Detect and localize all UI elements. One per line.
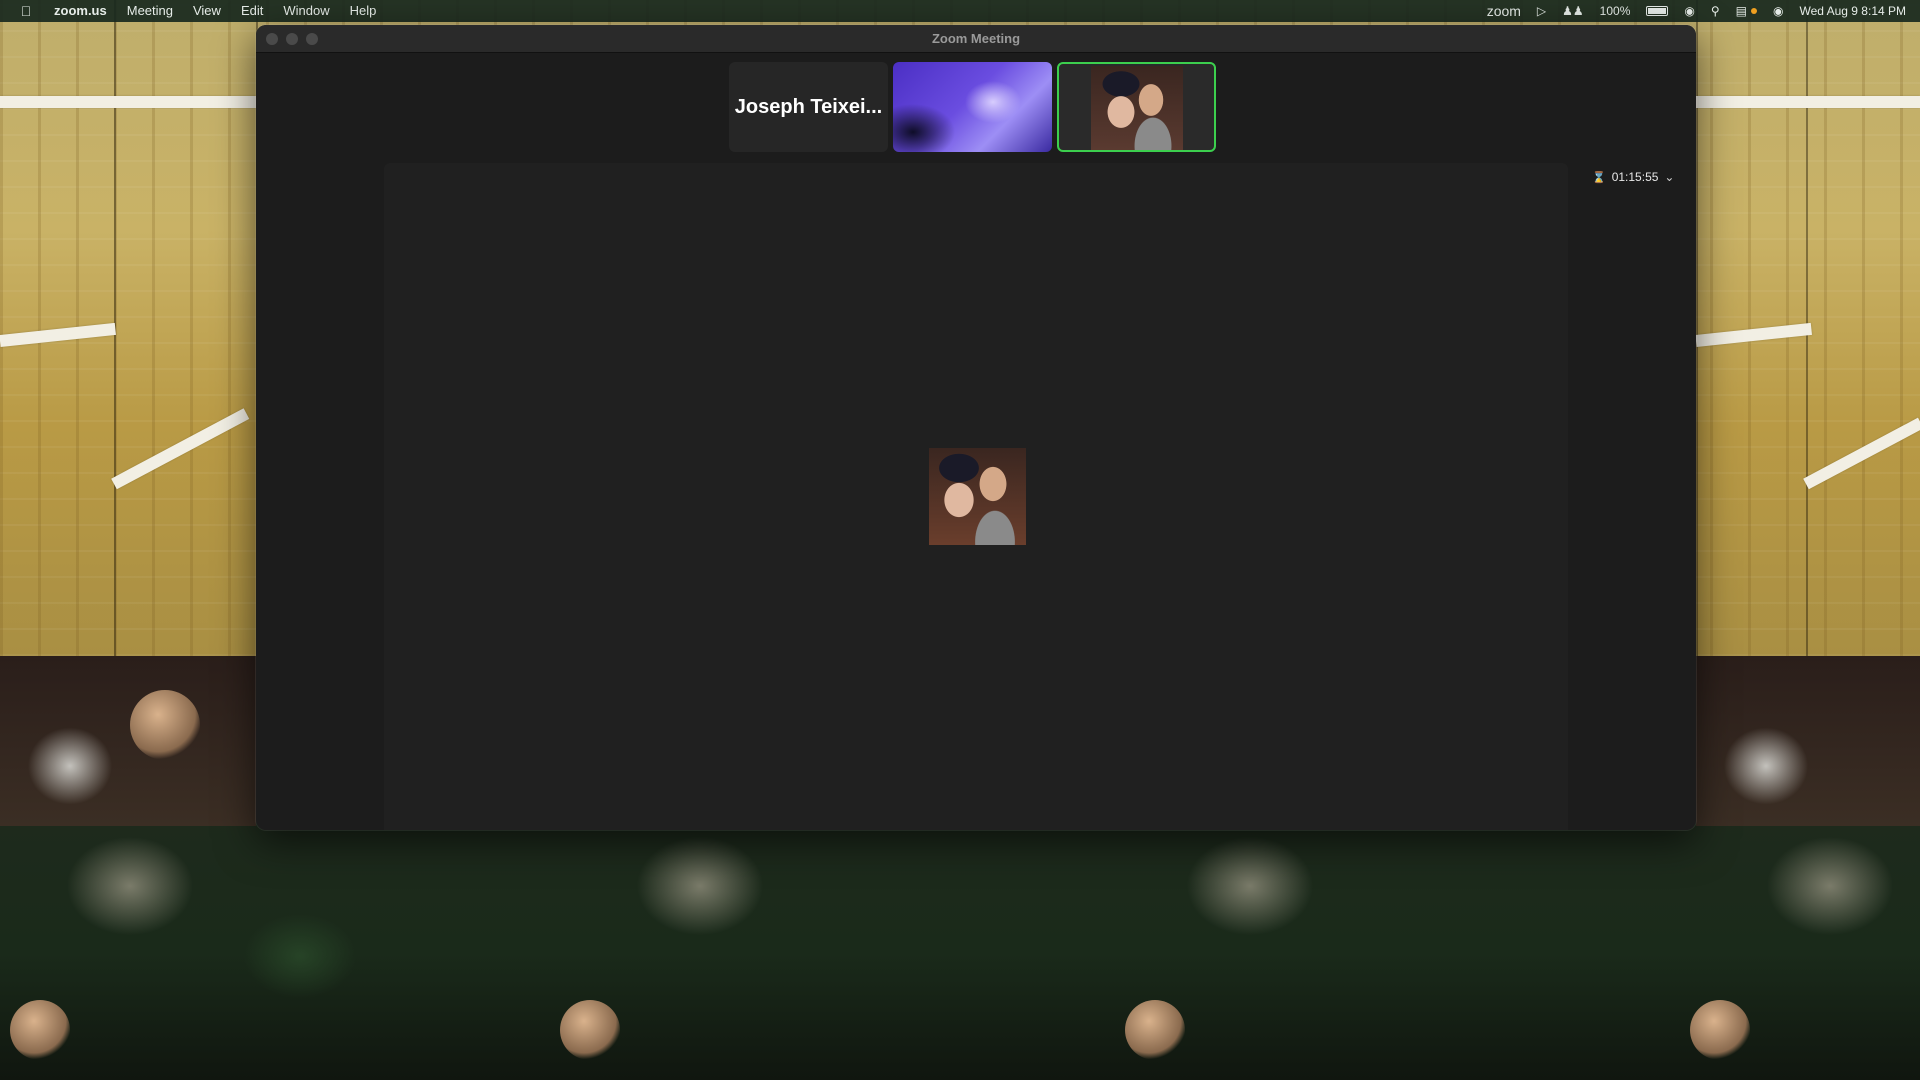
- apple-icon[interactable]: : [14, 3, 38, 19]
- menu-bar:  zoom.us Meeting View Edit Window Help …: [0, 0, 1920, 22]
- menu-help[interactable]: Help: [350, 0, 377, 22]
- active-speaker-avatar: [929, 448, 1026, 545]
- battery-percent: 100%: [1599, 4, 1631, 18]
- menu-view[interactable]: View: [193, 0, 221, 22]
- control-center-icon[interactable]: ▤: [1736, 0, 1747, 22]
- wallpaper-crowd-right: [1696, 656, 1920, 826]
- wallpaper-figure: [1125, 1000, 1185, 1060]
- main-video-stage: [384, 163, 1568, 830]
- battery-icon[interactable]: [1646, 6, 1669, 16]
- people-icon[interactable]: ♟♟: [1562, 0, 1584, 22]
- wallpaper-figure: [10, 1000, 70, 1060]
- play-circle-icon[interactable]: ▷: [1537, 0, 1546, 22]
- meeting-timer[interactable]: ⌛ 01:15:55 ⌄: [1592, 170, 1674, 184]
- hourglass-icon: ⌛: [1592, 171, 1606, 184]
- wallpaper-court-line: [1696, 96, 1920, 108]
- status-area: zoom ▷ ♟♟ 100% ◉ ⚲ ▤ ◉ Wed Aug 9 8:14 PM: [1487, 0, 1906, 22]
- wallpaper-figure: [560, 1000, 620, 1060]
- menu-app-zoom[interactable]: zoom.us: [54, 0, 107, 22]
- participant-tile-active-speaker[interactable]: [1057, 62, 1216, 152]
- participant-strip: Joseph Teixei...: [729, 62, 1216, 152]
- window-title: Zoom Meeting: [931, 31, 1021, 46]
- participant-photo: [1091, 66, 1183, 150]
- menu-edit[interactable]: Edit: [241, 0, 263, 22]
- wallpaper-figure: [130, 690, 200, 760]
- window-titlebar[interactable]: Zoom Meeting: [256, 25, 1696, 53]
- participant-video-tile[interactable]: [893, 62, 1052, 152]
- zoom-meeting-window: Zoom Meeting Joseph Teixei... ⌛ 01:15:55…: [256, 25, 1696, 830]
- wifi-icon[interactable]: ◉: [1684, 0, 1694, 22]
- mic-indicator-icon: [1751, 8, 1757, 14]
- wallpaper-court-line: [0, 96, 256, 108]
- search-icon[interactable]: ⚲: [1711, 0, 1720, 22]
- menu-meeting[interactable]: Meeting: [127, 0, 173, 22]
- wallpaper-figure: [1690, 1000, 1750, 1060]
- zoom-status-label[interactable]: zoom: [1487, 0, 1521, 22]
- menu-window[interactable]: Window: [283, 0, 329, 22]
- meeting-elapsed-time: 01:15:55: [1611, 170, 1659, 184]
- wallpaper-crowd-left: [0, 656, 256, 826]
- clock-datetime[interactable]: Wed Aug 9 8:14 PM: [1799, 0, 1906, 22]
- chevron-down-icon[interactable]: ⌄: [1664, 170, 1674, 184]
- participant-name: Joseph Teixei...: [734, 95, 883, 118]
- participant-tile[interactable]: Joseph Teixei...: [729, 62, 888, 152]
- siri-icon[interactable]: ◉: [1773, 0, 1783, 22]
